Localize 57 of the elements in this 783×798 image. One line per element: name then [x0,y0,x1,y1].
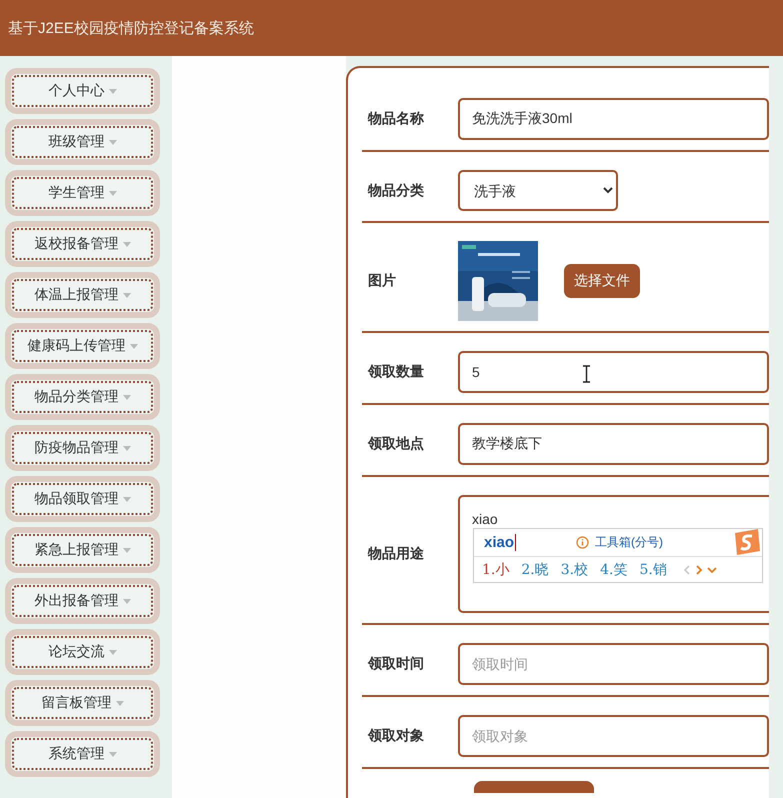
sidebar-menu-button[interactable]: 外出报备管理 [5,578,160,624]
caret-icon [122,292,130,298]
caret-icon [116,700,124,706]
caret-icon [108,650,116,654]
sidebar-menu-button[interactable]: 物品分类管理 [5,374,160,420]
sidebar-menu-button[interactable]: 物品领取管理 [5,476,160,522]
sidebar-menu-button[interactable]: 个人中心 [5,68,160,114]
caret-icon [122,496,130,502]
caret-icon [108,140,116,144]
text-field[interactable]: 免洗洗手液30ml [458,98,769,140]
sidebar-menu-button[interactable]: 系统管理 [5,731,160,777]
field-label: 领取对象 [368,727,425,745]
text-field[interactable]: 领取对象 [458,715,769,757]
toolbox-link[interactable]: 工具箱(分号) [595,534,664,551]
sidebar-menu-button[interactable]: 紧急上报管理 [5,527,160,573]
field-label: 领取数量 [368,363,425,381]
text-field[interactable]: 5 [458,351,769,393]
previous-page-icon [682,564,691,574]
next-page-icon [694,564,703,574]
field-label: 领取时间 [368,655,425,673]
composition-text: xiao [484,534,516,551]
caret-icon [108,88,116,94]
sidebar-menu-button[interactable]: 学生管理 [5,170,160,216]
category-dropdown[interactable]: 洗手液 [458,170,618,211]
candidate-word[interactable]: 2.晓 [521,560,549,578]
caret-icon [108,190,116,196]
sidebar-menu-button[interactable]: 留言板管理 [5,680,160,726]
form-button[interactable] [474,781,594,793]
field-label: 物品名称 [368,110,425,128]
choose-file-button[interactable]: 选择文件 [564,264,640,298]
app-title: 基于J2EE校园疫情防控登记备案系统 [8,18,254,38]
caret-icon [122,598,130,604]
text-field[interactable]: 教学楼底下 [458,423,769,465]
sidebar-menu-button[interactable]: 班级管理 [5,119,160,165]
caret-icon [108,752,116,756]
field-label: 物品用途 [368,545,425,563]
caret-icon [130,344,138,348]
candidate-word[interactable]: 4.笑 [600,560,628,578]
text-field[interactable]: 领取时间 [458,643,769,685]
field-label: 物品分类 [368,182,425,200]
caret-icon [122,394,130,400]
text-cursor-icon [582,365,591,383]
caret-icon [122,548,130,552]
candidate-word[interactable]: 5.销 [639,560,667,578]
field-label: 图片 [368,272,397,290]
field-label: 领取地点 [368,435,425,453]
caret-icon [122,242,130,246]
sidebar-menu-button[interactable]: 体温上报管理 [5,272,160,318]
expand-icon [706,566,717,574]
sidebar-menu-button[interactable]: 防疫物品管理 [5,425,160,471]
candidate-word[interactable]: 3.校 [560,560,588,578]
sidebar-menu-button[interactable]: 健康码上传管理 [5,323,160,369]
sidebar-menu-button[interactable]: 论坛交流 [5,629,160,675]
caret-icon [122,446,130,450]
info-icon [576,536,590,549]
candidate-word[interactable]: 1.小 [482,560,510,578]
sidebar-menu-button[interactable]: 返校报备管理 [5,221,160,267]
